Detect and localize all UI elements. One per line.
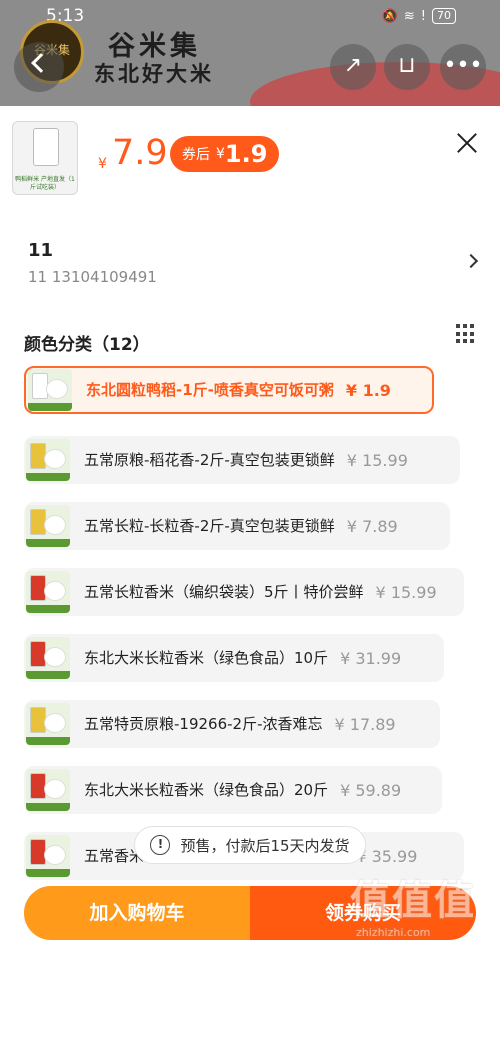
watermark-glyphs: 值值值 — [350, 878, 476, 924]
sku-thumbnail — [26, 703, 70, 745]
grid-view-icon[interactable] — [456, 324, 476, 344]
chevron-right-icon — [463, 253, 479, 269]
mute-icon: 🔕 — [381, 8, 398, 24]
sku-option-price: ¥ 59.89 — [340, 780, 402, 800]
coupon-currency: ¥ — [216, 146, 225, 162]
sku-thumbnail — [26, 769, 70, 811]
coupon-label: 券后 — [182, 147, 210, 163]
address-name: 11 — [28, 240, 54, 261]
sku-option-name: 东北大米长粒香米（绿色食品）10斤 — [84, 648, 329, 667]
wifi-icon: ≋ — [403, 8, 415, 24]
coupon-price: 1.9 — [224, 140, 268, 168]
sku-option-name: 五常长粒-长粒香-2斤-真空包装更锁鲜 — [84, 516, 335, 535]
sku-thumbnail — [28, 369, 72, 411]
watermark-url: zhizhizhi.com — [356, 926, 431, 939]
sku-thumbnail — [26, 835, 70, 877]
status-bar: 5:13 🔕 ≋ ! 70 — [0, 6, 500, 30]
sku-option[interactable]: 东北圆粒鸭稻-1斤-喷香真空可饭可粥 ¥ 1.9 — [24, 366, 434, 414]
sku-option[interactable]: 五常长粒香米（编织袋装）5斤丨特价尝鲜 ¥ 15.99 — [24, 568, 464, 616]
back-button[interactable] — [14, 42, 64, 92]
rice-bag-image — [33, 128, 59, 166]
sku-thumbnail — [26, 637, 70, 679]
presale-notice: ! 预售，付款后15天内发货 — [134, 826, 366, 864]
sku-option-name: 五常特贡原粮-19266-2斤-浓香难忘 — [84, 714, 323, 733]
notice-text: 预售，付款后15天内发货 — [180, 836, 350, 855]
share-button[interactable]: ↗ — [330, 44, 376, 90]
sku-option-price: ¥ 31.99 — [340, 648, 402, 668]
address-row[interactable]: 11 11 13104109491 — [0, 234, 500, 288]
sku-section-title: 颜色分类（12） — [24, 335, 150, 355]
more-button[interactable]: ••• — [440, 44, 486, 90]
sku-option-name: 东北大米长粒香米（绿色食品）20斤 — [84, 780, 329, 799]
sku-thumbnail — [26, 571, 70, 613]
store-header: 5:13 🔕 ≋ ! 70 谷米集 谷米集 东北好大米 ↗ ⊔ ••• — [0, 0, 500, 106]
sku-option-price: ¥ 1.9 — [345, 380, 391, 400]
alert-icon: ! — [420, 8, 426, 24]
site-watermark: 值值值 zhizhizhi.com — [350, 868, 480, 944]
sku-option-name: 五常原粮-稻花香-2斤-真空包装更锁鲜 — [84, 450, 335, 469]
share-icon: ↗ — [343, 53, 363, 78]
sku-option-price: ¥ 17.89 — [334, 714, 396, 734]
product-price: 7.9 — [112, 133, 168, 173]
sku-option-price: ¥ 7.89 — [346, 516, 398, 536]
store-subtitle: 东北好大米 — [94, 61, 214, 86]
address-detail: 11 13104109491 — [28, 268, 157, 286]
status-icons: 🔕 ≋ ! 70 — [382, 8, 456, 24]
cart-icon: ⊔ — [398, 53, 416, 78]
battery-icon: 70 — [432, 8, 456, 24]
sku-option[interactable]: 东北大米长粒香米（绿色食品）10斤 ¥ 31.99 — [24, 634, 444, 682]
more-icon: ••• — [443, 53, 483, 78]
exclamation-icon: ! — [150, 835, 171, 855]
sku-thumbnail — [26, 439, 70, 481]
add-to-cart-button[interactable]: 加入购物车 — [24, 886, 250, 940]
sku-option-price: ¥ 15.99 — [346, 450, 408, 470]
product-thumbnail[interactable]: 鸭稻鲜米 产地直发（1斤试吃装） — [12, 121, 78, 195]
sku-option-price: ¥ 15.99 — [375, 582, 437, 602]
sku-option[interactable]: 五常长粒-长粒香-2斤-真空包装更锁鲜 ¥ 7.89 — [24, 502, 450, 550]
sku-option[interactable]: 五常原粮-稻花香-2斤-真空包装更锁鲜 ¥ 15.99 — [24, 436, 460, 484]
thumbnail-caption: 鸭稻鲜米 产地直发（1斤试吃装） — [15, 176, 75, 191]
cart-button[interactable]: ⊔ — [384, 44, 430, 90]
close-icon[interactable] — [455, 132, 479, 156]
price-currency: ¥ — [98, 156, 107, 172]
sku-option-name: 东北圆粒鸭稻-1斤-喷香真空可饭可粥 — [86, 380, 334, 399]
sku-option[interactable]: 五常特贡原粮-19266-2斤-浓香难忘 ¥ 17.89 — [24, 700, 440, 748]
sku-option-name: 五常长粒香米（编织袋装）5斤丨特价尝鲜 — [84, 582, 364, 601]
sku-thumbnail — [26, 505, 70, 547]
back-arrow-icon — [31, 53, 51, 73]
coupon-price-badge: 券后 ¥ 1.9 — [170, 136, 280, 172]
sku-option[interactable]: 东北大米长粒香米（绿色食品）20斤 ¥ 59.89 — [24, 766, 442, 814]
